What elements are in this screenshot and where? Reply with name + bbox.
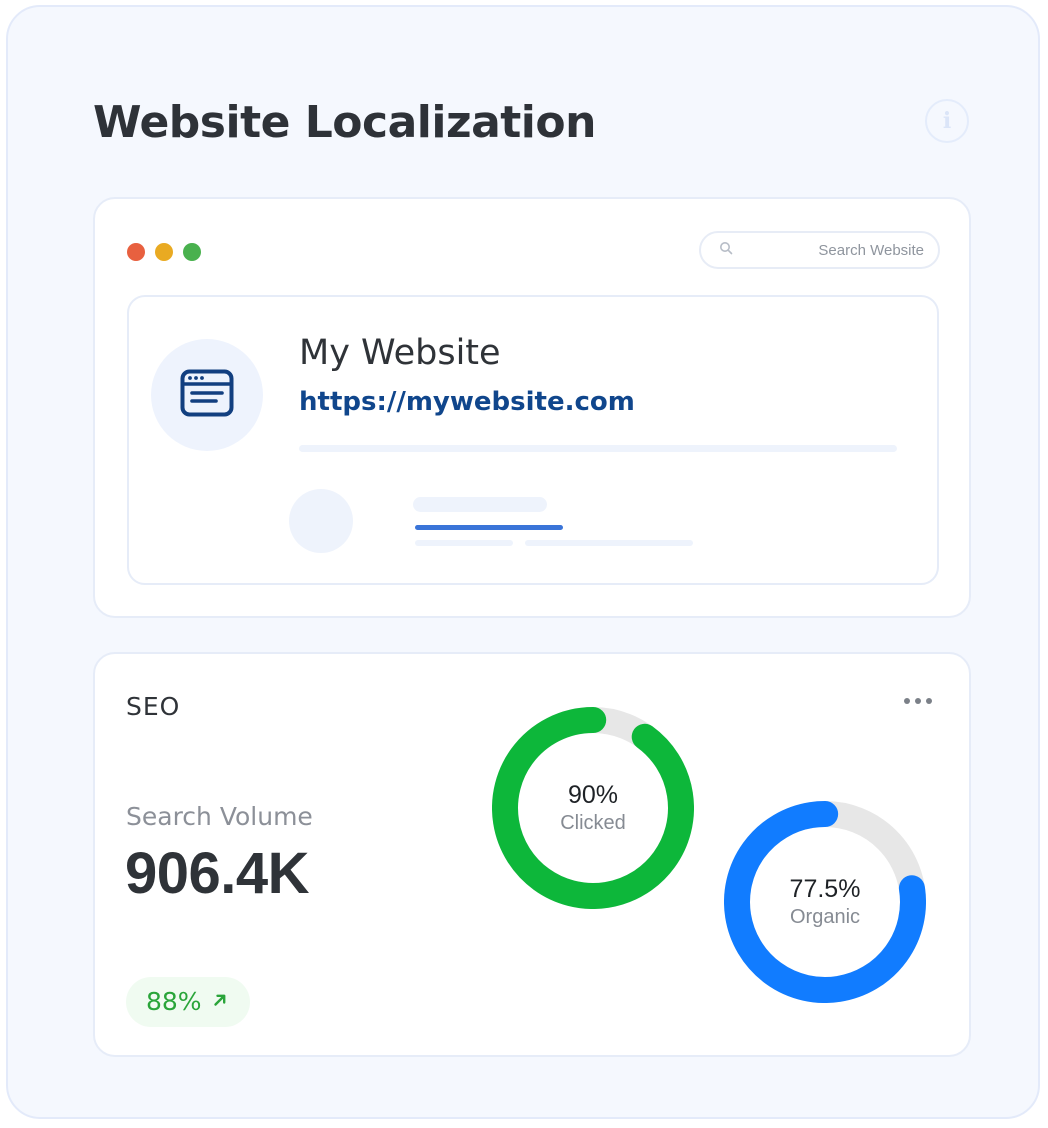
site-card[interactable]: My Website https://mywebsite.com xyxy=(127,295,939,585)
search-website-box[interactable] xyxy=(699,231,940,269)
organic-label: Organic xyxy=(789,906,861,928)
window-minimize-dot[interactable] xyxy=(155,243,173,261)
clicked-label: Clicked xyxy=(560,812,626,834)
placeholder-text-long xyxy=(525,540,693,546)
search-volume-label: Search Volume xyxy=(126,802,313,831)
site-url-link[interactable]: https://mywebsite.com xyxy=(299,385,635,419)
site-icon-badge xyxy=(151,339,263,451)
browser-window-icon xyxy=(180,369,234,422)
seo-card: SEO Search Volume 906.4K 88% 90% Clicked xyxy=(93,652,971,1057)
clicked-donut-chart: 90% Clicked xyxy=(492,707,694,909)
placeholder-line xyxy=(299,445,897,452)
placeholder-avatar xyxy=(289,489,353,553)
more-horizontal-icon[interactable] xyxy=(895,690,941,712)
change-value: 88% xyxy=(146,987,202,1016)
placeholder-text-short xyxy=(415,540,513,546)
placeholder-heading xyxy=(413,497,547,512)
seo-title: SEO xyxy=(126,692,181,721)
search-icon xyxy=(719,241,733,260)
organic-percent: 77.5% xyxy=(789,875,861,903)
change-badge: 88% xyxy=(126,977,250,1027)
localization-panel: Website Localization i Search Website My… xyxy=(6,5,1040,1119)
info-icon[interactable]: i xyxy=(925,99,969,143)
site-name: My Website xyxy=(299,333,501,373)
search-volume-value: 906.4K xyxy=(125,841,310,906)
search-input[interactable] xyxy=(733,241,924,259)
clicked-percent: 90% xyxy=(567,781,619,809)
window-maximize-dot[interactable] xyxy=(183,243,201,261)
organic-donut-chart: 77.5% Organic xyxy=(724,801,926,1003)
arrow-up-right-icon xyxy=(212,992,228,1013)
window-close-dot[interactable] xyxy=(127,243,145,261)
page-title: Website Localization xyxy=(93,97,596,148)
placeholder-accent-bar xyxy=(415,525,563,530)
browser-preview-card: My Website https://mywebsite.com xyxy=(93,197,971,618)
